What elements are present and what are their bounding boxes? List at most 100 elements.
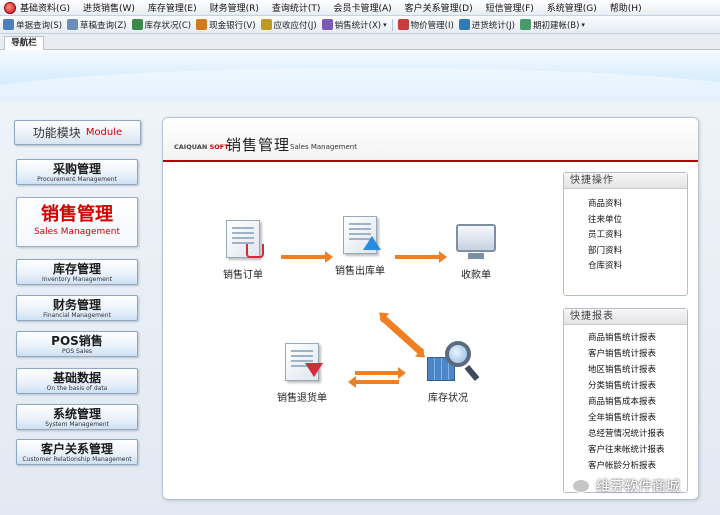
inventory-icon [131, 19, 143, 30]
main-area: 功能模块 Module 采购管理 Procurement Management … [0, 102, 720, 515]
menu-query-stats[interactable]: 查询统计(T) [272, 1, 321, 14]
toolbar: 单据查询(S) 草稿查询(Z) 库存状况(C) 现金银行(V) 应收应付(J) … [0, 16, 720, 34]
cash-bank-button[interactable]: 现金银行(V) [196, 19, 256, 31]
tab-navigation[interactable]: 导航栏 [4, 36, 44, 50]
module-cn-label: 系统管理 [52, 407, 101, 421]
app-logo-icon [4, 1, 16, 14]
module-finance-button[interactable]: 财务管理 Financial Management [16, 295, 138, 321]
menu-sms[interactable]: 短信管理(F) [486, 1, 534, 14]
dropdown-arrow-icon[interactable]: ▾ [581, 21, 585, 29]
module-en-label: Inventory Management [41, 276, 113, 283]
module-cn-label: 客户关系管理 [40, 442, 113, 456]
quick-report-item[interactable]: 客户销售统计报表 [588, 346, 687, 362]
module-en-label: Sales Management [33, 227, 121, 237]
flow-arrow-return-to-stock [355, 367, 406, 379]
quick-op-item[interactable]: 仓库资料 [588, 259, 687, 275]
module-sales-button[interactable]: 销售管理 Sales Management [16, 197, 138, 247]
draft-query-label: 草稿查询(Z) [80, 20, 127, 31]
panel-header: CAIQUAN SOFT 销售管理 Sales Management [163, 118, 698, 162]
module-pos-button[interactable]: POS销售 POS Sales [16, 331, 138, 357]
module-cn-label: POS销售 [51, 334, 103, 348]
menu-finance[interactable]: 财务管理(R) [210, 1, 259, 14]
inventory-search-icon [425, 341, 480, 383]
sales-order-label: 销售订单 [223, 270, 263, 281]
page-title: 销售管理 [226, 136, 291, 154]
quick-report-item[interactable]: 地区销售统计报表 [588, 362, 687, 378]
sales-stats-button[interactable]: 销售统计(X) ▾ [321, 19, 387, 31]
quick-op-item[interactable]: 员工资料 [588, 228, 687, 244]
sales-return-node[interactable]: 销售退货单 [257, 341, 347, 404]
quick-reports-list: 商品销售统计报表 客户销售统计报表 地区销售统计报表 分类销售统计报表 商品销售… [564, 325, 687, 474]
module-basic-data-button[interactable]: 基础数据 On the basis of data [16, 368, 138, 394]
inventory-status-label: 库存状况 [428, 393, 468, 404]
receivable-payable-label: 应收应付(J) [273, 20, 317, 31]
module-cn-label: 销售管理 [41, 204, 113, 225]
receivable-payable-icon [260, 19, 272, 30]
module-en-label: System Management [45, 421, 109, 428]
inventory-status-label: 库存状况(C) [144, 20, 192, 31]
quick-op-item[interactable]: 部门资料 [588, 244, 687, 260]
opening-account-button[interactable]: 期初建帐(B) ▾ [519, 19, 585, 31]
quick-report-item[interactable]: 客户往来帐统计报表 [588, 442, 687, 458]
menu-member-card[interactable]: 会员卡管理(A) [333, 1, 391, 14]
quick-operations-panel: 快捷操作 商品资料 往来单位 员工资料 部门资料 仓库资料 [563, 172, 688, 296]
quick-op-item[interactable]: 往来单位 [588, 213, 687, 229]
sales-order-icon [220, 218, 266, 260]
chat-bubble-icon [572, 479, 590, 493]
menu-inventory[interactable]: 库存管理(E) [148, 1, 197, 14]
menu-help[interactable]: 帮助(H) [610, 1, 642, 14]
menu-bar: 基础资料(G) 进货销售(W) 库存管理(E) 财务管理(R) 查询统计(T) … [0, 0, 720, 16]
module-cn-label: 采购管理 [52, 162, 101, 176]
document-search-icon [3, 19, 14, 30]
quick-report-item[interactable]: 全年销售统计报表 [588, 410, 687, 426]
header-banner [0, 50, 720, 102]
menu-basic-data[interactable]: 基础资料(G) [20, 1, 70, 14]
price-management-label: 物价管理(I) [410, 20, 454, 31]
purchase-stats-button[interactable]: 进货统计(J) [458, 19, 515, 31]
inventory-status-button[interactable]: 库存状况(C) [131, 19, 192, 31]
menu-purchase-sales[interactable]: 进货销售(W) [83, 1, 135, 14]
module-en-label: On the basis of data [46, 385, 108, 392]
quick-report-item[interactable]: 总经营情况统计报表 [588, 426, 687, 442]
sales-return-label: 销售退货单 [277, 393, 327, 404]
receivable-payable-button[interactable]: 应收应付(J) [260, 19, 317, 31]
sales-stats-icon [321, 19, 333, 30]
module-en-label: Financial Management [43, 312, 111, 319]
quick-operations-list: 商品资料 往来单位 员工资料 部门资料 仓库资料 [564, 189, 687, 275]
quick-report-item[interactable]: 商品销售成本报表 [588, 394, 687, 410]
nav-tab-strip: 导航栏 [0, 34, 720, 50]
brand-name: CAIQUAN [174, 143, 208, 151]
module-inventory-button[interactable]: 库存管理 Inventory Management [16, 259, 138, 285]
quick-operations-title: 快捷操作 [564, 173, 687, 189]
menu-crm[interactable]: 客户关系管理(D) [405, 1, 473, 14]
sales-outbound-label: 销售出库单 [335, 266, 385, 277]
purchase-stats-label: 进货统计(J) [471, 20, 515, 31]
sales-order-node[interactable]: 销售订单 [198, 218, 288, 281]
quick-report-item[interactable]: 商品销售统计报表 [588, 330, 687, 346]
price-management-button[interactable]: 物价管理(I) [397, 19, 454, 31]
flow-arrow-stock-to-return [355, 380, 399, 384]
menu-system[interactable]: 系统管理(G) [547, 1, 597, 14]
sales-stats-label: 销售统计(X) [334, 20, 382, 31]
brand-logo: CAIQUAN SOFT [174, 143, 229, 151]
quick-report-item[interactable]: 客户帐龄分析报表 [588, 458, 687, 474]
module-crm-button[interactable]: 客户关系管理 Customer Relationship Management [16, 439, 138, 465]
module-cn-label: 基础数据 [52, 371, 101, 385]
quick-report-item[interactable]: 分类销售统计报表 [588, 378, 687, 394]
price-icon [397, 19, 409, 30]
draft-query-button[interactable]: 草稿查询(Z) [67, 19, 127, 31]
quick-reports-panel: 快捷报表 商品销售统计报表 客户销售统计报表 地区销售统计报表 分类销售统计报表… [563, 308, 688, 493]
document-query-button[interactable]: 单据查询(S) [3, 19, 62, 31]
receipt-icon [453, 218, 499, 260]
module-system-button[interactable]: 系统管理 System Management [16, 404, 138, 430]
module-header-en: Module [85, 127, 123, 138]
module-header-cn: 功能模块 [32, 126, 81, 140]
sales-outbound-node[interactable]: 销售出库单 [315, 214, 405, 277]
receipt-node[interactable]: 收款单 [431, 218, 521, 281]
dropdown-arrow-icon[interactable]: ▾ [383, 21, 387, 29]
quick-reports-title: 快捷报表 [564, 309, 687, 325]
quick-op-item[interactable]: 商品资料 [588, 197, 687, 213]
module-procurement-button[interactable]: 采购管理 Procurement Management [16, 159, 138, 185]
purchase-stats-icon [458, 19, 470, 30]
sales-outbound-icon [337, 214, 383, 256]
